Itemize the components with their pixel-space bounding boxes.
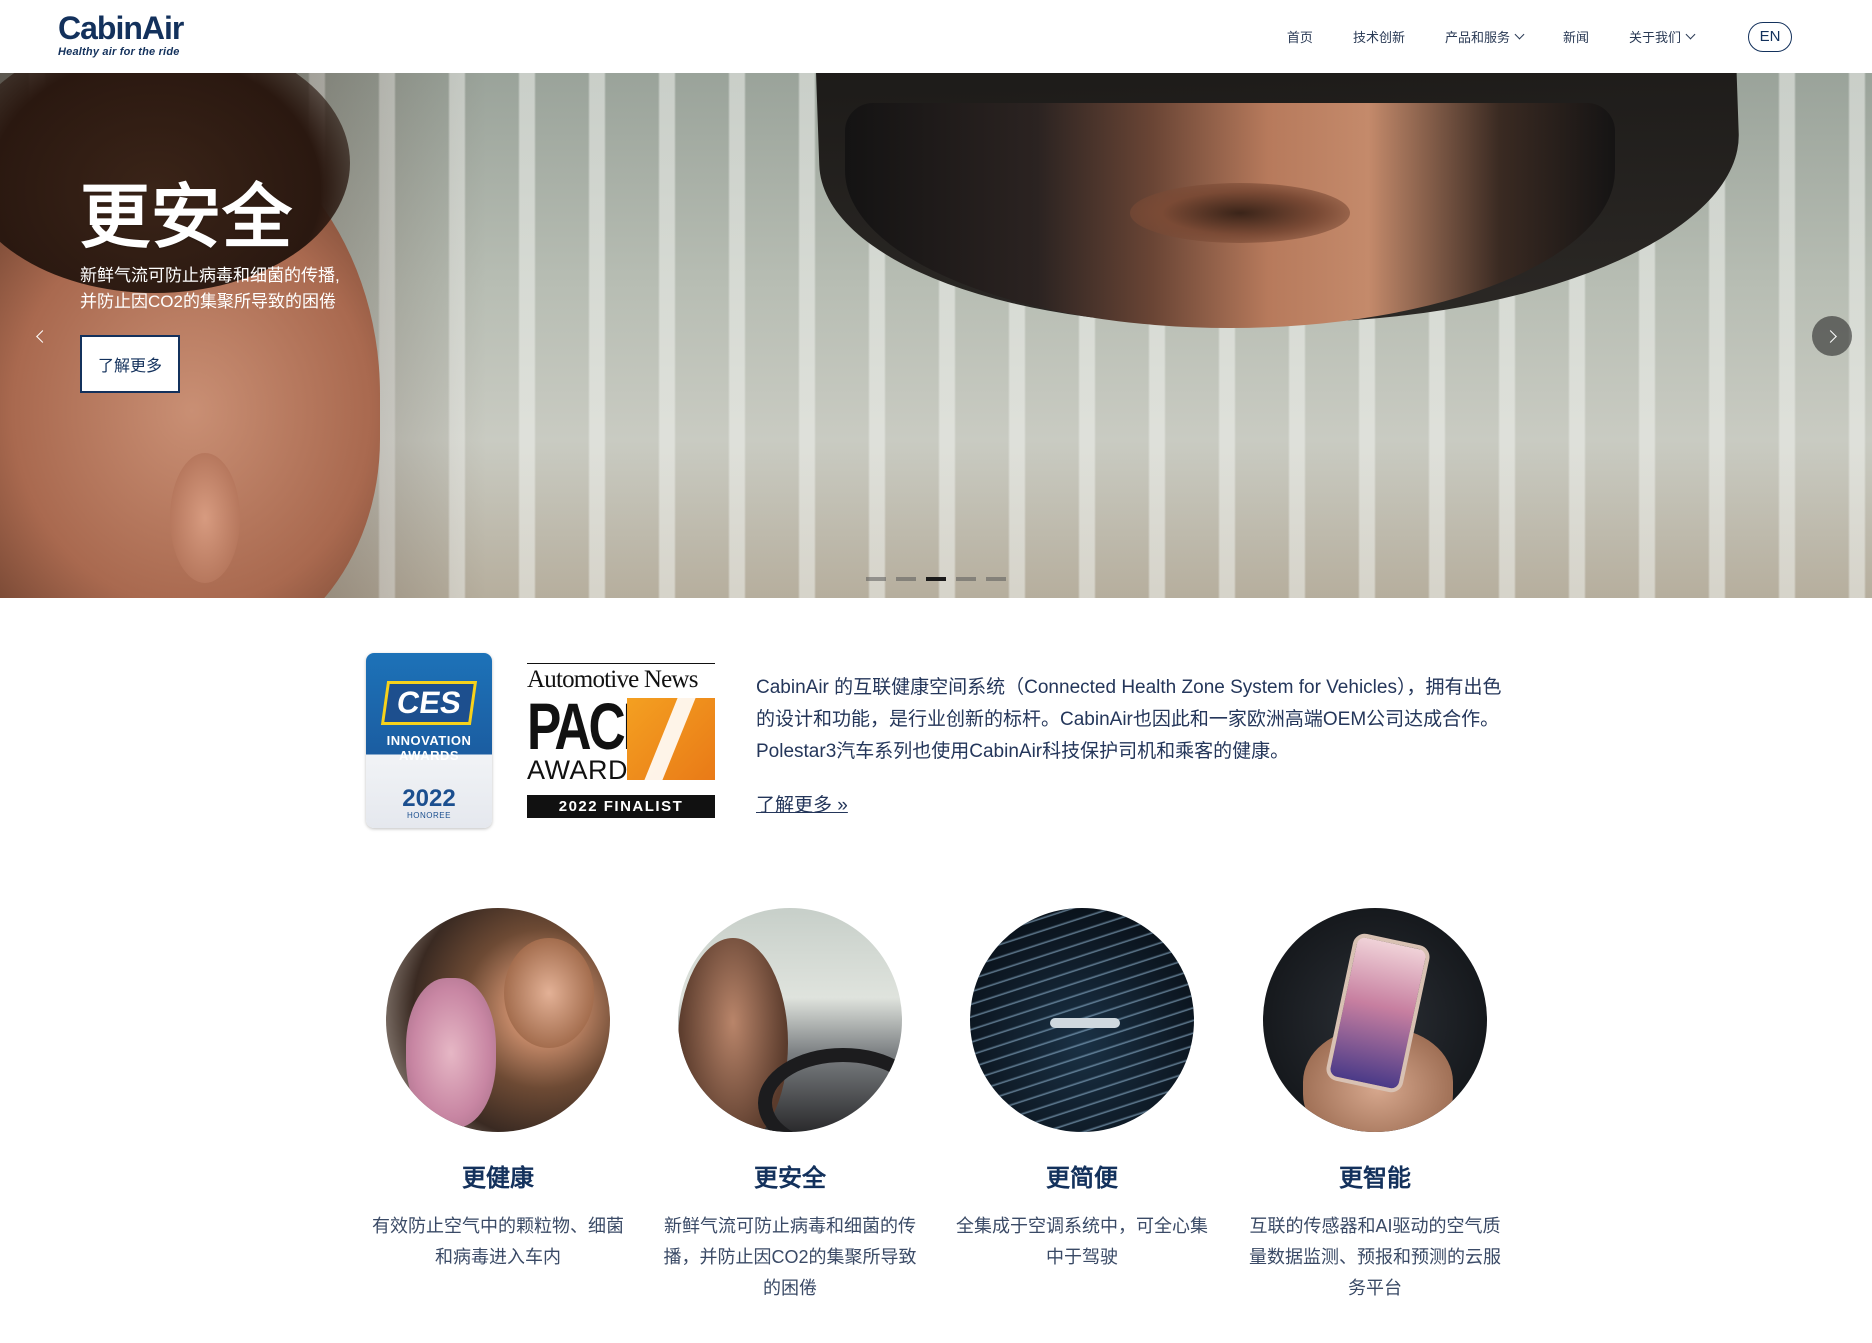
nav-item-technology[interactable]: 技术创新 [1353, 27, 1405, 46]
feature-image-family [386, 908, 610, 1132]
hero-carousel: 更安全 新鲜气流可防止病毒和细菌的传播, 并防止因CO2的集聚所导致的困倦 了解… [0, 73, 1872, 598]
carousel-dot-1[interactable] [866, 577, 886, 581]
carousel-next-button[interactable] [1812, 316, 1852, 356]
chevron-left-icon [35, 329, 49, 343]
feature-title: 更简便 [1046, 1165, 1118, 1192]
ces-line: INNOVATION [386, 733, 472, 748]
carousel-dot-4[interactable] [956, 577, 976, 581]
hero-subtitle-line: 新鲜气流可防止病毒和细菌的传播, [80, 266, 340, 285]
nav-item-home[interactable]: 首页 [1287, 27, 1313, 46]
pace-road-graphic [627, 698, 715, 780]
nav-label: 首页 [1286, 30, 1313, 45]
pace-award-word: AWARD [527, 755, 628, 785]
awards-learn-more-link[interactable]: 了解更多 » [756, 790, 848, 817]
carousel-dot-3[interactable] [926, 577, 946, 581]
ces-logo: CES [380, 681, 478, 725]
chevron-right-icon [1823, 329, 1837, 343]
feature-card-simpler: 更简便 全集成于空调系统中，可全心集中于驾驶 [947, 908, 1217, 1273]
logo-wordmark: CabinAir [58, 10, 184, 46]
nav-label: 产品和服务 [1444, 30, 1510, 45]
awards-description: CabinAir 的互联健康空间系统（Connected Health Zone… [756, 677, 1502, 762]
feature-title: 更安全 [754, 1165, 826, 1192]
carousel-dot-2[interactable] [896, 577, 916, 581]
carousel-prev-button[interactable] [20, 316, 60, 356]
chevron-down-icon [1685, 29, 1696, 40]
ces-line: AWARDS [398, 748, 460, 763]
feature-card-healthier: 更健康 有效防止空气中的颗粒物、细菌和病毒进入车内 [363, 908, 633, 1273]
feature-image-air-vent [970, 908, 1194, 1132]
hero-image-mirror-eyes [1130, 183, 1350, 243]
feature-title: 更健康 [462, 1165, 534, 1192]
feature-text: 互联的传感器和AI驱动的空气质量数据监测、预报和预测的云服务平台 [1249, 1216, 1501, 1298]
feature-text: 有效防止空气中的颗粒物、细菌和病毒进入车内 [372, 1216, 624, 1267]
hero-title: 更安全 [80, 178, 293, 256]
feature-image-phone-app [1263, 908, 1487, 1132]
hero-image-ear [170, 453, 240, 583]
feature-image-driver [678, 908, 902, 1132]
hero-subtitle-line: 并防止因CO2的集聚所导致的困倦 [80, 292, 336, 311]
feature-card-smarter: 更智能 互联的传感器和AI驱动的空气质量数据监测、预报和预测的云服务平台 [1240, 908, 1510, 1304]
pace-logo: PACE AWARD [527, 693, 715, 785]
ces-year: 2022 [402, 785, 456, 812]
feature-text: 全集成于空调系统中，可全心集中于驾驶 [956, 1216, 1208, 1267]
main-nav: 首页 技术创新 产品和服务 新闻 关于我们 EN [1287, 0, 1872, 73]
carousel-dot-5[interactable] [986, 577, 1006, 581]
logo-tagline: Healthy air for the ride [58, 46, 180, 58]
nav-item-about[interactable]: 关于我们 [1628, 27, 1696, 46]
cabinair-logo[interactable]: CabinAir Healthy air for the ride [58, 10, 184, 58]
ces-innovation-award-badge: CES INNOVATION AWARDS 2022 HONOREE [366, 653, 492, 828]
ces-award-label: INNOVATION AWARDS [366, 733, 492, 763]
nav-label: 技术创新 [1352, 30, 1405, 45]
feature-text: 新鲜气流可防止病毒和细菌的传播，并防止因CO2的集聚所导致的困倦 [663, 1216, 917, 1298]
hero-subtitle: 新鲜气流可防止病毒和细菌的传播, 并防止因CO2的集聚所导致的困倦 [80, 263, 380, 315]
language-switch-button[interactable]: EN [1748, 21, 1792, 52]
pace-finalist-bar: 2022 FINALIST [527, 795, 715, 818]
chevron-down-icon [1514, 29, 1525, 40]
feature-card-safer: 更安全 新鲜气流可防止病毒和细菌的传播，并防止因CO2的集聚所导致的困倦 [655, 908, 925, 1304]
site-header: CabinAir Healthy air for the ride 首页 技术创… [0, 0, 1872, 73]
nav-label: 新闻 [1562, 30, 1589, 45]
nav-item-products[interactable]: 产品和服务 [1444, 27, 1525, 46]
pace-award-badge: Automotive News PACE AWARD 2022 FINALIST [527, 663, 715, 818]
nav-label: 关于我们 [1628, 30, 1681, 45]
nav-item-news[interactable]: 新闻 [1563, 27, 1589, 46]
carousel-indicators [866, 577, 1006, 581]
hero-learn-more-button[interactable]: 了解更多 [80, 335, 180, 393]
ces-honoree: HONOREE [407, 811, 451, 820]
feature-title: 更智能 [1339, 1165, 1411, 1192]
